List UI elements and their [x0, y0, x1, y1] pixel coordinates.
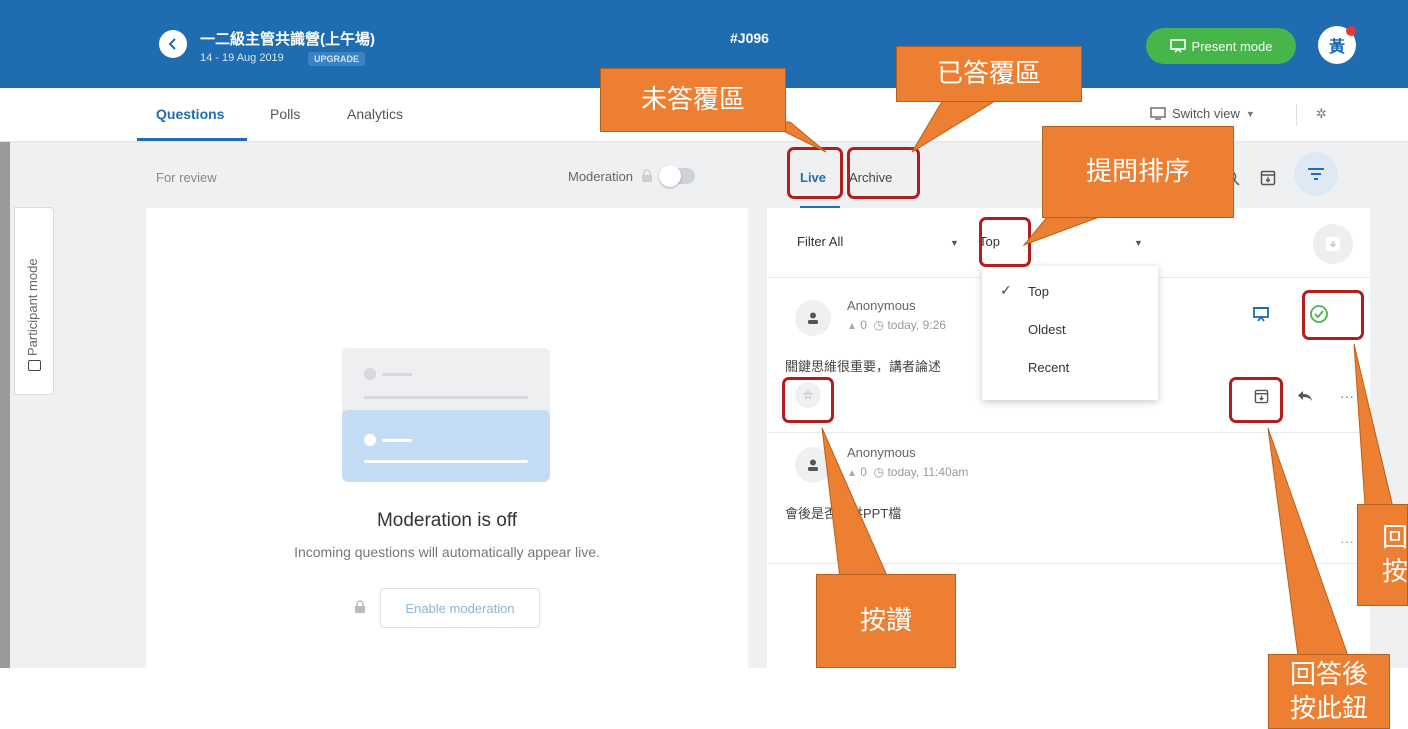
sort-option-top[interactable]: Top	[1028, 284, 1049, 299]
event-dates: 14 - 19 Aug 2019	[200, 52, 284, 64]
callout-mark-answered: 回 按	[1357, 504, 1408, 606]
question-time: today, 11:40am	[887, 465, 969, 479]
moderation-label: Moderation	[568, 168, 634, 184]
lock-icon	[642, 169, 653, 182]
sort-option-recent[interactable]: Recent	[1028, 360, 1069, 375]
highlight-archive-button	[1229, 377, 1283, 423]
callout-line: 回答後	[1289, 658, 1368, 689]
callout-sort-order: 提問排序	[1042, 126, 1234, 218]
switch-view-label: Switch view	[1172, 106, 1240, 121]
chevron-left-icon	[168, 38, 176, 50]
question-text: 關鍵思維很重要，講者論述	[785, 359, 942, 374]
tab-questions[interactable]: Questions	[156, 106, 224, 122]
question-author: Anonymous	[847, 298, 916, 313]
filter-select[interactable]: Filter All	[797, 234, 843, 249]
window-icon	[28, 360, 41, 371]
tab-analytics[interactable]: Analytics	[347, 106, 403, 122]
divider	[767, 563, 1370, 564]
event-code: #J096	[730, 30, 769, 46]
question-card[interactable]: Anonymous ▲ 0 ◷ today, 11:40am 會後是否提供PPT…	[767, 433, 1370, 563]
callout-like: 按讚	[816, 574, 956, 668]
callout-line: 回	[1382, 522, 1408, 553]
notification-dot	[1346, 26, 1356, 36]
illustration-line	[364, 460, 528, 463]
present-mode-button[interactable]: Present mode	[1146, 28, 1296, 64]
tab-polls[interactable]: Polls	[270, 106, 300, 122]
illustration-card-back	[342, 348, 550, 418]
lock-icon	[355, 600, 365, 613]
check-icon: ✓	[1000, 282, 1012, 298]
illustration-dot	[364, 368, 376, 380]
divider	[1296, 104, 1297, 126]
thumbs-up-icon: ▲	[847, 468, 857, 479]
empty-state-description: Incoming questions will automatically ap…	[294, 544, 600, 560]
back-button[interactable]	[159, 30, 187, 58]
more-options-icon[interactable]: ···	[1333, 382, 1361, 410]
callout-line: 按	[1382, 556, 1408, 586]
callout-line: 按此鈕	[1289, 692, 1368, 723]
filter-button[interactable]	[1294, 152, 1338, 196]
caret-down-icon: ▼	[1134, 238, 1143, 248]
gear-icon[interactable]: ✲	[1316, 106, 1327, 122]
illustration-line	[382, 439, 412, 442]
monitor-icon	[1150, 107, 1166, 120]
question-text: 會後是否提供PPT檔	[785, 506, 902, 521]
toggle-knob	[659, 165, 682, 187]
clock-icon: ◷	[873, 318, 885, 332]
participant-mode-label: Participant mode	[25, 258, 40, 356]
like-count: 0	[860, 465, 867, 479]
event-title: 一二級主管共識營(上午場)	[200, 31, 375, 48]
callout-unanswered: 未答覆區	[600, 68, 786, 132]
user-icon	[795, 300, 831, 336]
highlight-answered-button	[1302, 290, 1364, 340]
callout-answered: 已答覆區	[896, 46, 1082, 102]
moderation-toggle[interactable]	[659, 165, 696, 187]
illustration-card-front	[342, 410, 550, 482]
question-author: Anonymous	[847, 445, 916, 460]
presentation-icon	[1253, 307, 1269, 322]
switch-view-button[interactable]: Switch view ▼	[1150, 106, 1255, 121]
filter-icon	[1308, 168, 1324, 180]
archive-all-button[interactable]	[1313, 224, 1353, 264]
clock-icon: ◷	[873, 465, 885, 479]
highlight-archive-tab	[847, 147, 920, 199]
archive-icon	[1326, 237, 1340, 251]
callout-archive-after-answer: 回答後 按此鈕	[1268, 654, 1390, 729]
illustration-line	[364, 396, 528, 399]
user-icon	[795, 447, 831, 483]
upgrade-badge[interactable]: UPGRADE	[308, 52, 366, 66]
archive-icon[interactable]	[1254, 164, 1282, 192]
question-time: today, 9:26	[887, 318, 946, 332]
highlight-like-button	[782, 377, 834, 423]
sort-menu: ✓ Top Oldest Recent	[982, 266, 1158, 400]
highlight-live-tab	[787, 147, 843, 199]
thumbs-up-icon: ▲	[847, 321, 857, 332]
like-count: 0	[860, 318, 867, 332]
tab-active-indicator	[137, 138, 247, 141]
participant-mode-tab[interactable]: Participant mode	[14, 207, 54, 395]
empty-state-title: Moderation is off	[376, 510, 518, 531]
question-meta: ▲ 0 ◷ today, 11:40am	[847, 465, 968, 479]
for-review-label: For review	[156, 170, 217, 185]
presentation-icon	[1169, 39, 1186, 53]
sort-option-oldest[interactable]: Oldest	[1028, 322, 1066, 337]
caret-down-icon: ▼	[950, 238, 959, 248]
illustration-dot	[364, 434, 376, 446]
highlight-sort-select	[979, 217, 1031, 267]
caret-down-icon: ▼	[1245, 108, 1255, 119]
present-mode-label: Present mode	[1191, 38, 1273, 54]
reply-icon[interactable]	[1291, 382, 1319, 410]
moderation-control: Moderation	[568, 165, 696, 187]
enable-moderation-button[interactable]: Enable moderation	[380, 588, 540, 628]
illustration-line	[382, 373, 412, 376]
question-meta: ▲ 0 ◷ today, 9:26	[847, 318, 946, 332]
present-question-button[interactable]	[1247, 300, 1275, 328]
review-panel: Moderation is off Incoming questions wil…	[146, 208, 748, 668]
